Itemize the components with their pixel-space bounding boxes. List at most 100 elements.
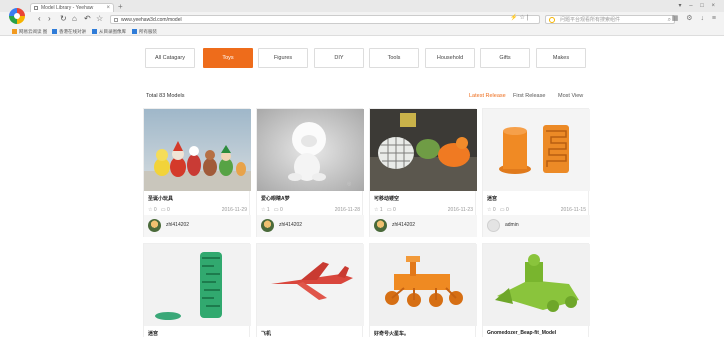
bookmark-icon (92, 29, 97, 34)
browser-tab[interactable]: Model Library - Yeehaw × (30, 3, 114, 12)
maze-cylinder-image (483, 109, 590, 191)
model-thumbnail[interactable] (483, 109, 590, 191)
username[interactable]: admin (505, 222, 519, 228)
model-date: 2016-11-28 (334, 207, 360, 213)
model-title[interactable]: 好奇号火星车。 (374, 330, 409, 337)
category-toys[interactable]: Toys (203, 48, 253, 68)
model-title[interactable]: 迷宫 (487, 195, 497, 202)
model-card[interactable]: 好奇号火星车。 (369, 243, 477, 337)
category-diy[interactable]: DIY (314, 48, 364, 68)
sort-most-view[interactable]: Most View (558, 93, 583, 99)
comment-icon[interactable]: ▭ (387, 207, 392, 213)
model-user[interactable]: zhl414202 (370, 215, 477, 237)
doraemon-model-image: ◎ (257, 109, 364, 191)
back-icon[interactable]: ‹ (38, 14, 41, 24)
bookmark-item[interactable]: 香港在线对讲 (52, 27, 86, 36)
like-icon[interactable]: ☆ (374, 207, 378, 213)
address-bar[interactable]: www.yeehaw3d.com/model (110, 15, 540, 24)
comment-icon[interactable]: ▭ (161, 207, 166, 213)
search-input[interactable]: 问题平台观看所有搜索组件 ⌕ (545, 15, 675, 24)
model-card[interactable]: 迷宫 (143, 243, 251, 337)
bookmark-item[interactable]: 所有服装 (132, 27, 157, 36)
avatar[interactable] (261, 219, 274, 232)
model-thumbnail[interactable] (370, 244, 477, 326)
model-date: 2016-11-29 (221, 207, 247, 213)
bookmark-icon (12, 29, 17, 34)
model-user[interactable]: zhl414202 (257, 215, 364, 237)
category-bar: All Catagary Toys Figures DIY Tools Hous… (145, 48, 587, 68)
reload-icon[interactable]: ↻ (60, 14, 67, 24)
toolbar-icons[interactable]: ▦ ⚙ ↓ ≡ (672, 14, 719, 22)
model-user[interactable]: admin (483, 215, 590, 237)
category-gifts[interactable]: Gifts (480, 48, 530, 68)
model-title[interactable]: 迷宫 (148, 330, 158, 337)
bookmarks-bar: 网易云阅读 图 香港在线对讲 从目录图像库 所有服装 (0, 27, 724, 36)
tab-title: Model Library - Yeehaw (41, 5, 94, 11)
avatar[interactable] (487, 219, 500, 232)
model-thumbnail[interactable] (483, 244, 590, 326)
model-card[interactable]: 飞机 (256, 243, 364, 337)
svg-text:◎: ◎ (347, 181, 352, 187)
model-date: 2016-11-15 (560, 207, 586, 213)
model-user[interactable]: zhl414202 (144, 215, 251, 237)
comment-count: 0 (166, 207, 170, 213)
sort-latest[interactable]: Latest Release (469, 93, 506, 99)
model-card[interactable]: 圣诞小玩具 ☆ 0 ▭ 0 2016-11-29 zhl414202 (143, 108, 251, 237)
model-card[interactable]: ◎ 爱心眼睛A梦 ☆ 1 ▭ 0 2016-11-28 zhl414202 (256, 108, 364, 237)
model-thumbnail[interactable] (144, 244, 251, 326)
like-count: 0 (153, 207, 157, 213)
category-tools[interactable]: Tools (369, 48, 419, 68)
avatar[interactable] (148, 219, 161, 232)
airplane-model-image (257, 244, 364, 326)
green-maze-image (144, 244, 251, 326)
model-title[interactable]: 爱心眼睛A梦 (261, 195, 290, 202)
bookmark-item[interactable]: 从目录图像库 (92, 27, 126, 36)
star-icon[interactable]: ☆ (96, 14, 103, 24)
page-icon (114, 18, 118, 22)
like-icon[interactable]: ☆ (487, 207, 491, 213)
avatar[interactable] (374, 219, 387, 232)
category-makes[interactable]: Makes (536, 48, 586, 68)
comment-icon[interactable]: ▭ (500, 207, 505, 213)
comment-icon[interactable]: ▭ (274, 207, 279, 213)
model-thumbnail[interactable] (257, 244, 364, 326)
model-thumbnail[interactable]: ◎ (257, 109, 364, 191)
model-thumbnail[interactable] (144, 109, 251, 191)
model-title[interactable]: 飞机 (261, 330, 271, 337)
bookmark-item[interactable]: 网易云阅读 图 (12, 27, 47, 36)
sort-first[interactable]: First Release (513, 93, 545, 99)
model-title[interactable]: 圣诞小玩具 (148, 195, 173, 202)
undo-icon[interactable]: ↶ (84, 14, 91, 24)
model-thumbnail[interactable] (370, 109, 477, 191)
browser-chrome: Model Library - Yeehaw × + ▾ – □ × ‹ › ↻… (0, 0, 724, 36)
category-household[interactable]: Household (425, 48, 475, 68)
close-icon[interactable]: × (106, 4, 110, 12)
username[interactable]: zhl414202 (166, 222, 189, 228)
christmas-toys-image (144, 109, 251, 191)
search-icon[interactable]: ⌕ (668, 16, 671, 24)
model-card[interactable]: Gnomedozer_Beap-fit_Model (482, 243, 590, 337)
model-card[interactable]: 迷宫 ☆ 0 ▭ 0 2016-11-15 admin (482, 108, 590, 237)
address-text: www.yeehaw3d.com/model (121, 17, 182, 23)
new-tab-icon[interactable]: + (118, 3, 123, 11)
like-icon[interactable]: ☆ (148, 207, 152, 213)
model-title[interactable]: Gnomedozer_Beap-fit_Model (487, 330, 556, 336)
mars-rover-image (370, 244, 477, 326)
page-icon (34, 6, 38, 10)
category-all[interactable]: All Catagary (145, 48, 195, 68)
forward-icon[interactable]: › (48, 14, 51, 24)
model-date: 2016-11-23 (447, 207, 473, 213)
model-card[interactable]: 可移动镂空 ☆ 1 ▭ 0 2016-11-23 zhl414202 (369, 108, 477, 237)
comment-count: 0 (392, 207, 396, 213)
home-icon[interactable]: ⌂ (72, 14, 77, 24)
model-title[interactable]: 可移动镂空 (374, 195, 399, 202)
category-figures[interactable]: Figures (258, 48, 308, 68)
search-placeholder: 问题平台观看所有搜索组件 (560, 17, 621, 23)
window-controls[interactable]: ▾ – □ × (679, 2, 718, 9)
like-icon[interactable]: ☆ (261, 207, 265, 213)
username[interactable]: zhl414202 (392, 222, 415, 228)
model-meta: ☆ 1 ▭ 0 2016-11-28 (261, 207, 360, 213)
username[interactable]: zhl414202 (279, 222, 302, 228)
address-actions[interactable]: ⚡☆| (510, 14, 530, 21)
bookmark-icon (52, 29, 57, 34)
